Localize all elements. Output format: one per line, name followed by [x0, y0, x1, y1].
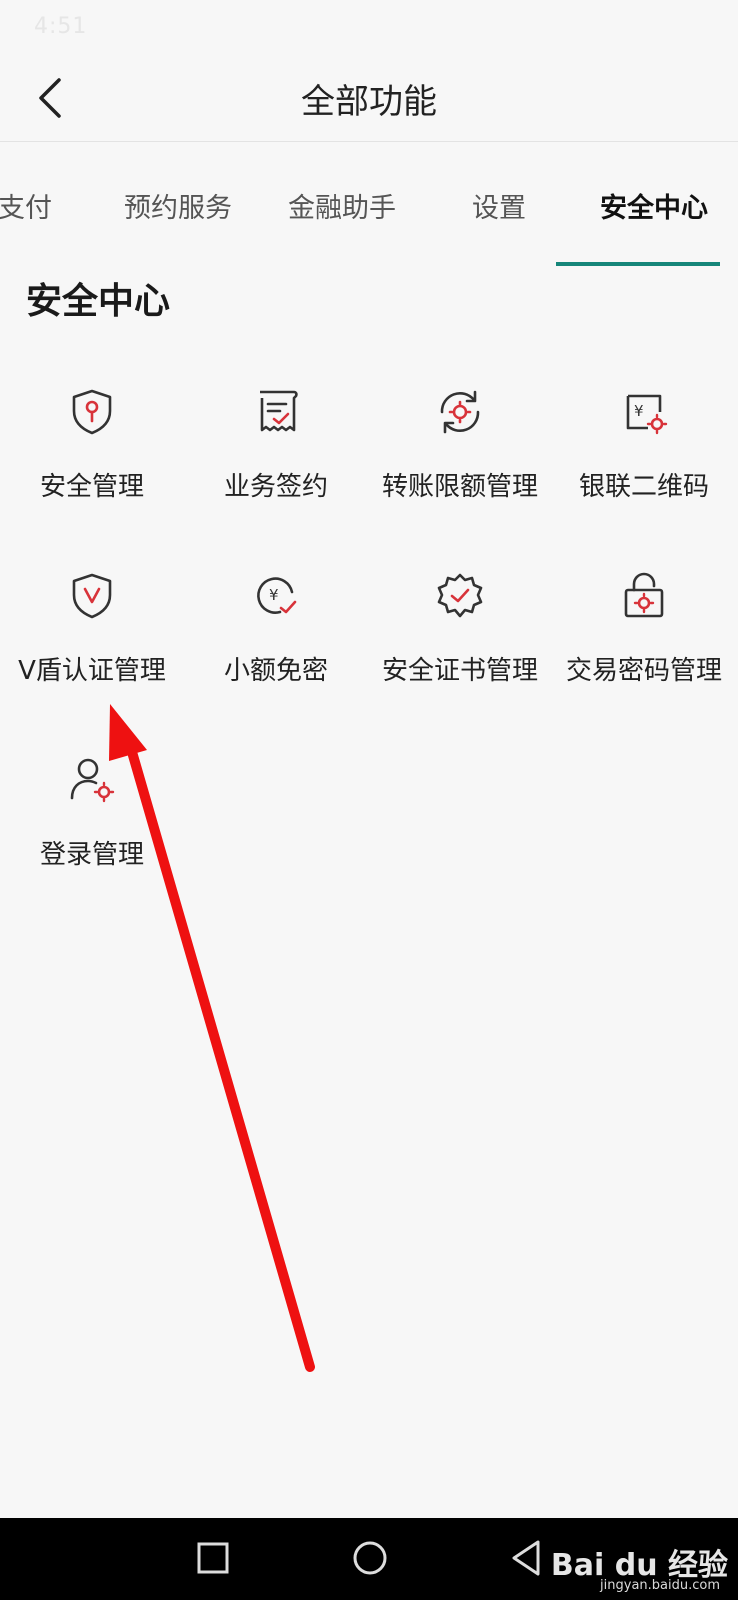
- back-triangle-icon[interactable]: [508, 1538, 544, 1578]
- recent-apps-icon[interactable]: [196, 1538, 230, 1578]
- system-nav-bar: Bai du 经验 jingyan.baidu.com: [0, 1518, 738, 1600]
- baidu-watermark-url: jingyan.baidu.com: [600, 1578, 720, 1593]
- home-icon[interactable]: [350, 1538, 390, 1578]
- annotation-arrow: [109, 704, 315, 1372]
